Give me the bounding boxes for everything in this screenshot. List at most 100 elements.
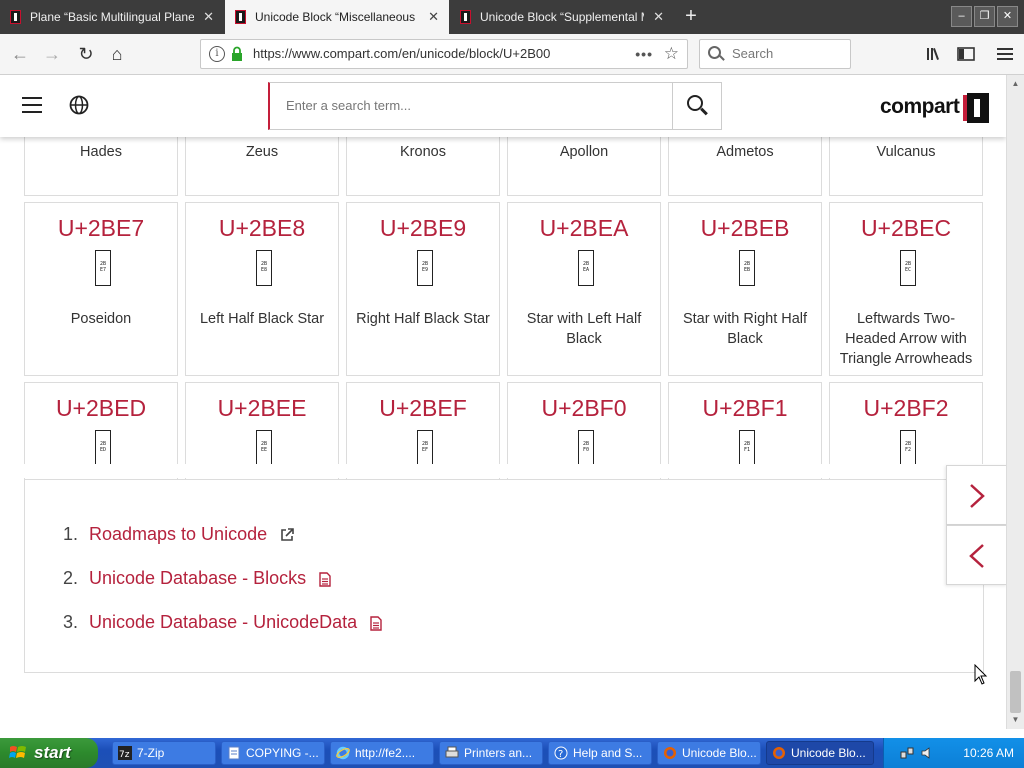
restore-icon[interactable]: ❐ [974, 6, 995, 27]
codepoint-label: U+2BF2 [863, 395, 949, 421]
info-icon[interactable]: i [209, 46, 225, 62]
sidebar-icon[interactable] [952, 40, 980, 68]
scroll-down-icon[interactable]: ▼ [1009, 713, 1022, 727]
reference-link-blocks[interactable]: Unicode Database - Blocks [89, 568, 306, 588]
mouse-cursor-icon [974, 664, 988, 685]
compart-favicon-icon [10, 10, 21, 24]
codepoint-label: U+2BEF [379, 395, 467, 421]
taskbar-item-label: COPYING -... [246, 746, 319, 760]
address-bar[interactable]: i https://www.compart.com/en/unicode/blo… [200, 39, 688, 69]
minimize-icon[interactable]: – [951, 6, 972, 27]
taskbar-item-ie[interactable]: http://fe2.... [330, 741, 434, 765]
logo-text: compart [880, 95, 960, 118]
search-icon [708, 46, 721, 59]
forward-arrow-icon[interactable]: → [38, 40, 66, 68]
taskbar-item-printers[interactable]: Printers an... [439, 741, 543, 765]
new-tab-button[interactable]: + [680, 5, 702, 27]
reference-number: 1. [63, 524, 79, 544]
firefox-icon [664, 747, 676, 759]
tab-supplemental-math[interactable]: Unicode Block “Supplemental Mathematical… [450, 0, 674, 34]
site-search-placeholder: Enter a search term... [286, 98, 411, 113]
hamburger-menu-icon[interactable] [22, 97, 42, 113]
scrollbar-thumb[interactable] [1010, 671, 1021, 713]
glyph-box: 2B EC [900, 250, 916, 286]
site-search-button[interactable] [672, 83, 721, 129]
taskbar-item-unicode-1[interactable]: Unicode Blo... [657, 741, 761, 765]
next-block-button[interactable] [946, 465, 1006, 525]
taskbar-item-label: http://fe2.... [355, 746, 416, 760]
codepoint-label: U+2BED [55, 395, 147, 421]
close-tab-icon[interactable]: ✕ [203, 0, 214, 34]
codepoint-card[interactable]: U+2BEA 2B EA Star with Left Half Black [507, 202, 661, 376]
browser-search-box[interactable]: Search [699, 39, 851, 69]
codepoint-card[interactable]: U+2BEC 2B EC Leftwards Two-Headed Arrow wi… [829, 202, 983, 376]
close-window-icon[interactable]: ✕ [997, 6, 1018, 27]
glyph-box: 2B E9 [417, 250, 433, 286]
taskbar-item-label: Help and S... [573, 746, 643, 760]
codepoint-label: U+2BEC [860, 215, 952, 241]
reference-number: 3. [63, 612, 79, 632]
taskbar-item-help[interactable]: ? Help and S... [548, 741, 652, 765]
url-text: https://www.compart.com/en/unicode/block… [253, 46, 551, 61]
glyph-box: 2B F0 [578, 430, 594, 466]
compart-favicon-icon [235, 10, 246, 24]
7zip-icon: 7z [118, 746, 132, 760]
windows-taskbar: start 7z 7-Zip COPYING -... http://fe2..… [0, 738, 1024, 768]
page-scrollbar[interactable]: ▲ ▼ [1006, 75, 1024, 729]
reference-item: 2. Unicode Database - Blocks [63, 568, 331, 589]
codepoint-card[interactable]: U+2BE9 2B E9 Right Half Black Star [346, 202, 500, 376]
printer-icon [445, 746, 459, 758]
codepoint-card[interactable]: U+2BEB 2B EB Star with Right Half Black [668, 202, 822, 376]
tab-title: Unicode Block “Supplemental Mathematical… [480, 10, 644, 24]
system-tray: 10:26 AM [883, 738, 1024, 768]
network-icon[interactable] [900, 746, 914, 760]
codepoint-label: U+2BE9 [379, 215, 467, 241]
scroll-up-icon[interactable]: ▲ [1009, 77, 1022, 91]
glyph-box: 2B EA [578, 250, 594, 286]
page-actions-icon[interactable]: ••• [635, 40, 653, 68]
volume-icon[interactable] [920, 746, 934, 760]
codepoint-name: Kronos [400, 144, 446, 160]
codepoint-card[interactable]: U+2BE8 2B E8 Left Half Black Star [185, 202, 339, 376]
codepoint-name: Leftwards Two-Headed Arrow with Triangle… [839, 311, 973, 367]
firefox-icon [773, 747, 785, 759]
navigation-toolbar: ← → ↻ ⌂ i https://www.compart.com/en/uni… [0, 34, 1024, 75]
windows-logo-icon [9, 746, 26, 758]
library-icon[interactable] [921, 40, 949, 68]
taskbar-item-copying[interactable]: COPYING -... [221, 741, 325, 765]
bookmark-star-icon[interactable]: ☆ [664, 40, 679, 68]
tab-basic-multilingual-plane[interactable]: Plane “Basic Multilingual Plane” ✕ [0, 0, 224, 34]
codepoint-name: Poseidon [70, 311, 132, 327]
reference-item: 1. Roadmaps to Unicode [63, 524, 294, 545]
codepoint-name: Vulcanus [876, 144, 936, 160]
taskbar-item-7zip[interactable]: 7z 7-Zip [112, 741, 216, 765]
codepoint-label: U+2BE7 [57, 215, 145, 241]
glyph-box: 2B F1 [739, 430, 755, 466]
svg-text:?: ? [558, 749, 563, 760]
globe-icon[interactable] [69, 95, 89, 115]
glyph-box: 2B E8 [256, 250, 272, 286]
taskbar-clock[interactable]: 10:26 AM [963, 738, 1014, 768]
help-icon: ? [554, 746, 568, 760]
menu-icon[interactable] [991, 40, 1019, 68]
reference-link-roadmaps[interactable]: Roadmaps to Unicode [89, 524, 267, 544]
close-tab-icon[interactable]: ✕ [653, 0, 664, 34]
document-icon [370, 616, 382, 631]
internet-explorer-icon [336, 746, 350, 760]
start-button[interactable]: start [0, 738, 98, 768]
reload-icon[interactable]: ↻ [72, 40, 100, 68]
codepoint-card[interactable]: U+2BE7 2B E7 Poseidon [24, 202, 178, 376]
search-icon [687, 95, 703, 111]
reference-link-unicodedata[interactable]: Unicode Database - UnicodeData [89, 612, 357, 632]
taskbar-item-unicode-2[interactable]: Unicode Blo... [766, 741, 874, 765]
home-icon[interactable]: ⌂ [103, 40, 131, 68]
codepoint-name: Left Half Black Star [199, 311, 325, 327]
site-search-input[interactable]: Enter a search term... [268, 82, 722, 130]
codepoint-name: Right Half Black Star [356, 311, 490, 327]
previous-block-button[interactable] [946, 525, 1006, 585]
codepoint-label: U+2BF0 [541, 395, 627, 421]
document-icon [319, 572, 331, 587]
tab-miscellaneous-symbols[interactable]: Unicode Block “Miscellaneous Symbols and… [225, 0, 449, 34]
close-tab-icon[interactable]: ✕ [428, 0, 439, 34]
back-arrow-icon[interactable]: ← [6, 40, 34, 68]
